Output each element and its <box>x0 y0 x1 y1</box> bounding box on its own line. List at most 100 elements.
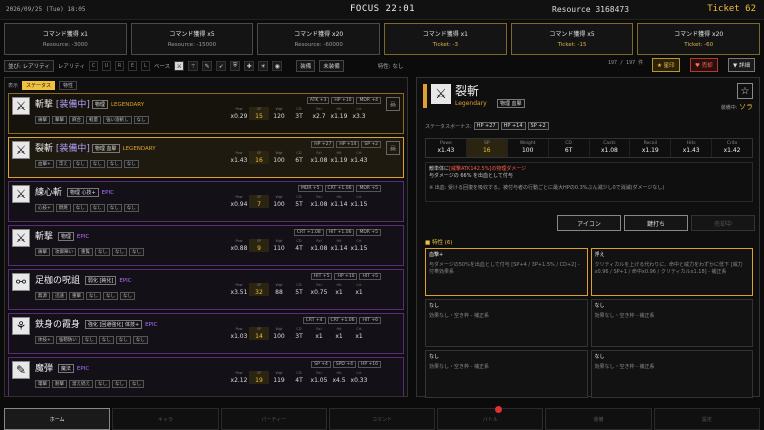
trait-chip: なし <box>106 204 122 212</box>
bonus-chip: ATK +3 <box>306 97 330 104</box>
skill-icon: ⚔ <box>12 185 30 203</box>
trait-card[interactable]: なし 効果なし・空き枠 - 補正系 <box>590 350 753 398</box>
favorite-star-icon[interactable]: ☆ <box>737 83 753 99</box>
skull-icon: ☠ <box>386 97 400 111</box>
command-acquire-ticket-x1-button[interactable]: コマンド獲得 x1 Ticket: -3 <box>384 23 507 55</box>
trait-chip: なし <box>129 248 144 256</box>
trait-card[interactable]: なし 効果なし・空き枠 - 補正系 <box>425 350 588 398</box>
skill-icon: ⚔ <box>12 141 30 159</box>
detail-rarity: Legendary <box>455 100 487 107</box>
list-item[interactable]: ⚔ 斬撃 物理 EPIC 痛撃 攻御陣い 重覧 なし なし なし CRT +1.08 HIT +1.… <box>8 225 404 266</box>
trait-chips: 血撃+ 浮え なし なし なし なし <box>35 160 139 168</box>
nav-tab[interactable]: バトル <box>437 406 544 430</box>
command-acquire-ticket-x5-button[interactable]: コマンド獲得 x5 Ticket: -15 <box>510 23 634 55</box>
nav-tab[interactable]: 装備 <box>545 408 652 430</box>
command-acquire-resource-x1-button[interactable]: コマンド獲得 x1 Resource: -3000 <box>4 23 127 55</box>
command-acquire-resource-x5-button[interactable]: コマンド獲得 x5 Resource: -15000 <box>130 23 254 55</box>
detail-tag: 物理 血擊 <box>497 99 525 108</box>
bow-icon[interactable]: ➶ <box>216 61 227 71</box>
trait-chip: なし <box>95 248 110 256</box>
list-item[interactable]: ⚔ 斬撃 [装備中] 物理 LEGENDARY 痛撃 撃撃 麻合 軽量 強い溶斬し なし ATK +… <box>8 93 404 134</box>
list-item[interactable]: ⚯ 足枷の呪詛 弱化 [鈍化] EPIC 無源 迅速 重撃 なし なし なし HIT +5 HP +… <box>8 269 404 310</box>
item-name: 斬撃 物理 EPIC <box>35 232 90 242</box>
wand-icon[interactable]: ✎ <box>202 61 213 71</box>
trait-chip: なし <box>72 204 88 212</box>
sell-button[interactable]: ♥ 売却 <box>690 58 718 72</box>
base-label: ベース <box>153 64 171 70</box>
unequipped-filter[interactable]: 未装備 <box>319 60 344 72</box>
trait-card[interactable]: 血撃+ 与ダメージの50%を出血として付与 [SP+4 / 3P+1.5% / C… <box>425 248 588 296</box>
skill-icon: ⚯ <box>12 273 30 291</box>
trait-chip: 軽量 <box>86 116 101 124</box>
nav-tab[interactable]: パーティー <box>220 408 327 430</box>
nav-tab[interactable]: コマンド <box>328 408 436 430</box>
trait-chip: 撃撃 <box>52 116 67 124</box>
stat-cell: SP 16 <box>466 139 508 157</box>
trait-chip: なし <box>72 160 88 168</box>
status-bonus: SP +4 SPD +4 HP +16 <box>311 361 381 368</box>
bonus-chip: CRT +1.08 <box>293 229 324 236</box>
status-bonus: MDR +5 CRT +1.06 MDR +5 <box>297 185 381 192</box>
trait-card[interactable]: なし 効果なし・空き枠 - 補正系 <box>590 299 753 347</box>
list-item[interactable]: ⚔ 裂斬 [装備中] 物理 血擊 LEGENDARY 血撃+ 浮え なし なし なし なし HP +… <box>8 137 404 178</box>
trait-chip: 体技+ <box>35 336 54 344</box>
skill-icon: ⚘ <box>12 317 30 335</box>
trait-chip: 浮え <box>55 160 71 168</box>
trait-chip: なし <box>123 160 139 168</box>
sword-icon[interactable]: ⚔ <box>174 61 185 71</box>
trait-chip: なし <box>129 380 144 388</box>
icon-button[interactable]: アイコン <box>557 215 621 231</box>
stat-cell: Casts x1.08 <box>590 139 631 157</box>
nav-tab[interactable]: キャラ <box>112 408 219 430</box>
command-acquire-resource-x20-button[interactable]: コマンド獲得 x20 Resource: -60000 <box>257 23 381 55</box>
fire-icon[interactable]: ☀ <box>258 61 269 71</box>
trait-chip: 重撃 <box>69 292 84 300</box>
trait-chip: なし <box>133 116 149 124</box>
item-stats: Pow x0.29 SP 15 Wgt 120 CD 3T Rcl x2.7 Hit x1.19 Crt… <box>230 107 366 120</box>
detail-toggle-button[interactable]: ▼ 詳細 <box>728 58 755 72</box>
list-item[interactable]: ✎ 魔弾 魔法 EPIC 電撃 耐撃 溜え続え なし なし なし SP +4 SPD +4 HP +1… <box>8 357 404 396</box>
list-view-tabs: 表示 ステータス 特性 <box>5 78 407 92</box>
trait-chip: なし <box>120 292 135 300</box>
item-stats: Pow x1.03 SP 14 Wgt 100 CD 3T Rcl x1 Hit x1 Crt x1 <box>230 327 363 340</box>
item-stats: Pow x3.51 SP 32 Wgt 88 CD 5T Rcl x0.75 Hit x1 Crt x1 <box>230 283 363 296</box>
bonus-chip: MDR +4 <box>356 97 381 104</box>
trait-chip: なし <box>132 336 148 344</box>
trait-card[interactable]: なし 効果なし・空き枠 - 補正系 <box>425 299 588 347</box>
rarity-u-toggle[interactable]: U <box>101 61 111 71</box>
rarity-r-toggle[interactable]: R <box>114 61 124 71</box>
favorite-button[interactable]: ★ 星印 <box>652 58 680 72</box>
shield-icon[interactable]: ⛨ <box>230 61 241 71</box>
resource-counter: Resource 3168473 <box>552 5 630 14</box>
nav-tab[interactable]: ホーム <box>4 408 111 430</box>
trait-card[interactable]: 浮え クリティカルを上げる代わりに、命中と威力をわずかに低下 [威力x0.96 /… <box>590 248 753 296</box>
list-item[interactable]: ⚔ 練心斬 物理 心技+ EPIC 心技+ 燃焼 なし なし なし なし MDR +5 CRT +1… <box>8 181 404 222</box>
equipped-filter[interactable]: 装備 <box>296 60 316 72</box>
tab-trait[interactable]: 特性 <box>59 80 78 90</box>
orb-icon[interactable]: ◉ <box>272 61 283 71</box>
status-bonus: ATK +3 HP +10 MDR +4 <box>306 97 381 104</box>
rarity-c-toggle[interactable]: C <box>88 61 98 71</box>
trait-filter-label[interactable]: 特性: なし <box>378 62 404 70</box>
item-name: 斬撃 [装備中] 物理 LEGENDARY <box>35 100 145 110</box>
heal-icon[interactable]: ✚ <box>244 61 255 71</box>
trait-chip: なし <box>98 336 114 344</box>
tab-status[interactable]: ステータス <box>22 80 56 90</box>
sort-rarity-button[interactable]: 並び: レアリティ <box>4 60 54 72</box>
rarity-e-toggle[interactable]: E <box>127 61 137 71</box>
command-acquire-ticket-x20-button[interactable]: コマンド獲得 x20 Ticket: -60 <box>637 23 761 55</box>
nav-tab[interactable]: 設定 <box>653 408 760 430</box>
trait-chip: 溜え続え <box>69 380 93 388</box>
skill-icon: ✎ <box>12 361 30 379</box>
status-bonus: HP +27 HP +14 SP +2 <box>311 141 381 148</box>
command-gacha-row: コマンド獲得 x1 Resource: -3000 コマンド獲得 x5 Resour… <box>4 23 761 55</box>
trait-chip: なし <box>106 160 122 168</box>
list-item[interactable]: ⚘ 鉄身の霞身 強化 [回避強化] 体技+ EPIC 体技+ 強靭防い なし なし なし なし C… <box>8 313 404 354</box>
trait-chip: なし <box>103 292 118 300</box>
dagger-icon[interactable]: ⚚ <box>188 61 199 71</box>
trait-chip: 重覧 <box>78 248 93 256</box>
stat-cell: Recoil x1.19 <box>630 139 672 157</box>
lock-button[interactable]: 鍵打ち <box>624 215 688 231</box>
rarity-l-toggle[interactable]: L <box>140 61 150 71</box>
trait-chip: なし <box>112 248 127 256</box>
